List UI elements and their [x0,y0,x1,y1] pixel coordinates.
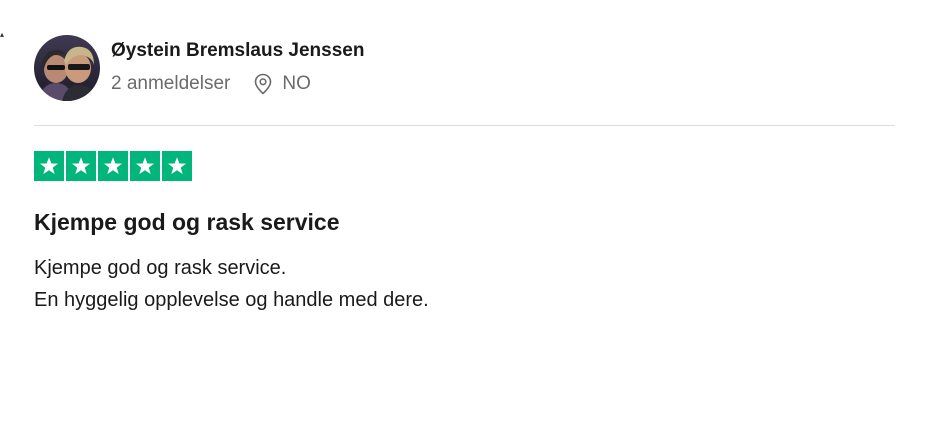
star-icon [130,151,160,181]
map-pin-icon [254,73,272,95]
star-icon [162,151,192,181]
reviewer-header: Øystein Bremslaus Jenssen 2 anmeldelser … [34,35,364,101]
review-body-line: Kjempe god og rask service. [34,257,287,279]
avatar[interactable] [34,35,100,101]
divider [34,125,895,126]
review-count: 2 anmeldelser [111,72,231,94]
corner-mark-icon: ▴ [0,30,5,39]
reviewer-location: NO [254,72,311,96]
review-card: ▴ Øystein Bremslaus Jenssen 2 anmeldelse… [0,0,930,430]
review-title[interactable]: Kjempe god og rask service [34,206,340,238]
star-rating [34,151,192,181]
review-body: Kjempe god og rask service. En hyggelig … [34,252,429,316]
review-body-line: En hyggelig opplevelse og handle med der… [34,289,429,311]
reviewer-name[interactable]: Øystein Bremslaus Jenssen [111,39,364,63]
star-icon [66,151,96,181]
star-icon [98,151,128,181]
country-code: NO [282,72,311,94]
reviewer-info: Øystein Bremslaus Jenssen 2 anmeldelser … [111,39,364,96]
reviewer-meta: 2 anmeldelser NO [111,72,364,96]
star-icon [34,151,64,181]
